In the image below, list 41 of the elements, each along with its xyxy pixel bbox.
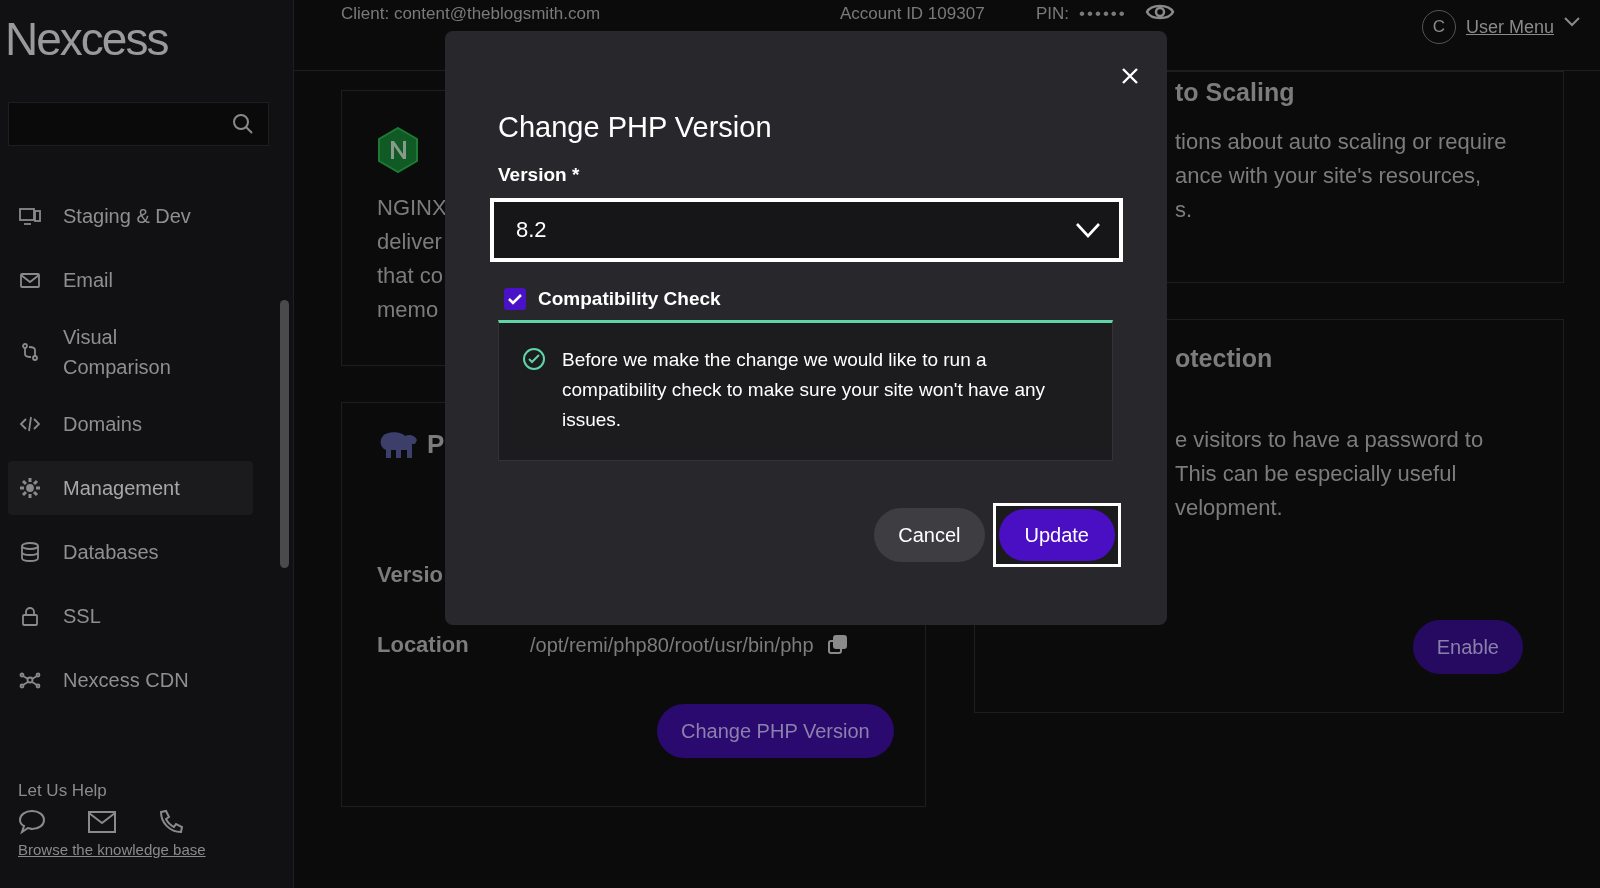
nav-item[interactable]: Databases [8, 525, 253, 579]
notice-text: Before we make the change we would like to run a compatibility check to make sure your site won't have any issues. [562, 348, 1047, 432]
change-php-version-button[interactable]: Change PHP Version [657, 704, 894, 758]
location-label: Location [377, 632, 470, 658]
update-button[interactable]: Update [998, 509, 1115, 561]
user-menu-link[interactable]: User Menu [1465, 17, 1554, 38]
nav-item[interactable]: Nexcess CDN [8, 653, 253, 707]
description-text: velopment. [1175, 494, 1283, 522]
description-text: that co [377, 262, 444, 290]
nav-item[interactable]: SSL [8, 589, 253, 643]
description-text: This can be especially useful [1175, 460, 1457, 488]
nav-item[interactable]: Management [8, 461, 253, 515]
nav-item[interactable]: Email [8, 253, 253, 307]
description-text: ance with your site's resources, [1175, 162, 1482, 190]
client-email: Client: content@theblogsmith.com [341, 4, 602, 24]
enable-button[interactable]: Enable [1412, 620, 1523, 674]
nav-item[interactable]: Staging & Dev [8, 189, 253, 243]
description-text: s. [1175, 196, 1193, 224]
nav-item[interactable]: Domains [8, 397, 253, 451]
dialog-title: Change PHP Version [498, 111, 773, 144]
card-title: P [427, 429, 445, 460]
card-title: to Scaling [1175, 78, 1295, 107]
field-label: Version * [498, 164, 581, 186]
location-path: /opt/remi/php80/root/usr/bin/php [530, 633, 814, 657]
logo: Nexcess [4, 12, 169, 67]
description-text: deliver [377, 228, 442, 256]
account-id: Account ID 109307 [840, 4, 986, 24]
checkbox-label: Compatibility Check [538, 288, 721, 310]
knowledge-base-link[interactable]: Browse the knowledge base [18, 841, 206, 858]
pin-value: •••••• [1079, 4, 1127, 24]
description-text: NGINX [377, 194, 447, 222]
description-text: tions about auto scaling or require [1175, 128, 1507, 156]
cancel-button[interactable]: Cancel [874, 508, 985, 562]
version-label: Versio [377, 562, 444, 588]
card-title: otection [1175, 344, 1273, 373]
nav-item[interactable]: Visual Comparison [8, 317, 253, 387]
version-dropdown[interactable]: 8.2 [490, 198, 1123, 262]
description-text: e visitors to have a password to [1175, 426, 1484, 454]
pin-label: PIN: [1036, 4, 1070, 24]
description-text: memo [377, 296, 439, 324]
help-heading: Let Us Help [18, 781, 108, 801]
